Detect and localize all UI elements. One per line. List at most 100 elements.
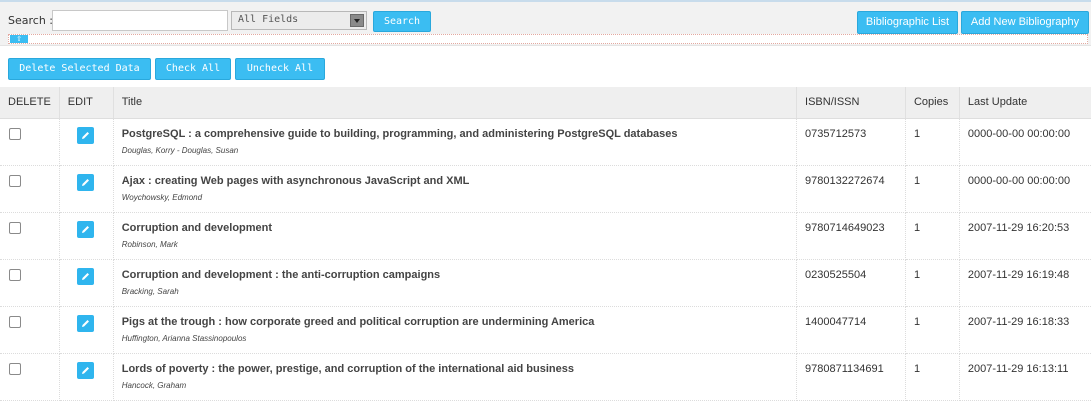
isbn-cell: 9780132272674 [796,165,906,213]
copies-value: 1 [913,221,921,234]
isbn-cell: 0230525504 [796,259,906,307]
chevron-down-icon[interactable] [350,14,364,27]
title-cell: Lords of poverty : the power, prestige, … [113,353,798,401]
search-input[interactable] [52,10,228,31]
last-update-cell: 2007-11-29 16:13:11 [959,353,1091,401]
uncheck-all-button[interactable]: Uncheck All [235,58,325,80]
last-update-cell: 2007-11-29 16:20:53 [959,212,1091,260]
edit-pencil-icon[interactable] [76,220,94,238]
column-header-last-update[interactable]: Last Update [959,87,1091,119]
isbn-value: 0735712573 [805,127,867,140]
column-header-title[interactable]: Title [113,87,798,119]
delete-checkbox[interactable] [9,127,21,140]
edit-pencil-icon[interactable] [76,267,94,285]
last-update-cell: 0000-00-00 00:00:00 [959,118,1091,166]
book-title-link[interactable]: Ajax : creating Web pages with asynchron… [122,175,788,187]
search-field-select-value: All Fields [238,14,299,25]
isbn-cell: 0735712573 [796,118,906,166]
table-row: PostgreSQL : a comprehensive guide to bu… [0,118,1091,166]
edit-pencil-icon[interactable] [76,361,94,379]
title-cell: PostgreSQL : a comprehensive guide to bu… [113,118,798,166]
book-title-link[interactable]: Lords of poverty : the power, prestige, … [122,363,788,375]
add-new-bibliography-button[interactable]: Add New Bibliography [961,11,1089,34]
delete-cell [0,118,60,166]
edit-pencil-icon[interactable] [76,126,94,144]
isbn-value: 1400047714 [805,315,867,328]
table-header-row: DELETE EDIT Title ISBN/ISSN Copies Last … [0,87,1091,119]
copies-value: 1 [913,362,921,375]
isbn-value: 9780714649023 [805,221,885,234]
delete-checkbox[interactable] [9,174,21,187]
last-update-value: 2007-11-29 16:13:11 [967,362,1069,375]
last-update-cell: 2007-11-29 16:18:33 [959,306,1091,354]
copies-cell: 1 [905,353,960,401]
search-toolbar: Search : All Fields Search Bibliographic… [0,0,1091,46]
copies-cell: 1 [905,165,960,213]
isbn-value: 0230525504 [805,268,867,281]
last-update-value: 2007-11-29 16:19:48 [967,268,1070,281]
delete-cell [0,306,60,354]
book-author: Bracking, Sarah [121,286,179,296]
isbn-cell: 9780714649023 [796,212,906,260]
bibliographic-list-button[interactable]: Bibliographic List [857,11,958,34]
book-author: Woychowsky, Edmond [121,192,203,202]
isbn-value: 9780132272674 [805,174,885,187]
title-cell: Corruption and development : the anti-co… [113,259,798,307]
copies-cell: 1 [905,306,960,354]
delete-checkbox[interactable] [9,221,21,234]
book-author: Douglas, Korry - Douglas, Susan [121,145,239,155]
column-header-delete[interactable]: DELETE [0,87,60,119]
delete-checkbox[interactable] [9,268,21,281]
table-row: Pigs at the trough : how corporate greed… [0,306,1091,354]
book-title-link[interactable]: Pigs at the trough : how corporate greed… [122,316,788,328]
isbn-cell: 1400047714 [796,306,906,354]
edit-cell [59,306,114,354]
book-author: Robinson, Mark [121,239,178,249]
search-button[interactable]: Search [373,11,431,32]
expand-arrow-icon[interactable]: ⇧ [10,35,28,43]
edit-pencil-icon[interactable] [76,173,94,191]
edit-cell [59,353,114,401]
edit-cell [59,212,114,260]
delete-checkbox[interactable] [9,315,21,328]
book-title-link[interactable]: PostgreSQL : a comprehensive guide to bu… [122,128,788,140]
copies-value: 1 [913,127,921,140]
title-cell: Pigs at the trough : how corporate greed… [113,306,798,354]
last-update-cell: 0000-00-00 00:00:00 [959,165,1091,213]
last-update-value: 2007-11-29 16:20:53 [967,221,1070,234]
column-header-edit[interactable]: EDIT [59,87,114,119]
copies-value: 1 [913,268,921,281]
edit-cell [59,259,114,307]
delete-cell [0,212,60,260]
column-header-copies[interactable]: Copies [905,87,960,119]
book-title-link[interactable]: Corruption and development [122,222,788,234]
table-row: Lords of poverty : the power, prestige, … [0,353,1091,401]
edit-cell [59,165,114,213]
table-row: Corruption and development : the anti-co… [0,259,1091,307]
last-update-value: 0000-00-00 00:00:00 [967,127,1071,140]
book-title-link[interactable]: Corruption and development : the anti-co… [122,269,788,281]
check-all-button[interactable]: Check All [155,58,231,80]
table-row: Corruption and development Robinson, Mark… [0,212,1091,260]
book-author: Hancock, Graham [121,380,187,390]
delete-selected-button[interactable]: Delete Selected Data [8,58,151,80]
last-update-value: 0000-00-00 00:00:00 [967,174,1071,187]
last-update-value: 2007-11-29 16:18:33 [967,315,1070,328]
delete-checkbox[interactable] [9,362,21,375]
last-update-cell: 2007-11-29 16:19:48 [959,259,1091,307]
copies-cell: 1 [905,259,960,307]
copies-value: 1 [913,174,921,187]
title-cell: Corruption and development Robinson, Mark [113,212,798,260]
edit-pencil-icon[interactable] [76,314,94,332]
delete-cell [0,165,60,213]
book-author: Huffington, Arianna Stassinopoulos [121,333,247,343]
copies-cell: 1 [905,212,960,260]
table-row: Ajax : creating Web pages with asynchron… [0,165,1091,213]
advanced-search-bar: ⇧ [8,34,1088,44]
isbn-cell: 9780871134691 [796,353,906,401]
search-field-select[interactable]: All Fields [231,11,367,30]
delete-cell [0,259,60,307]
column-header-isbn[interactable]: ISBN/ISSN [796,87,906,119]
title-cell: Ajax : creating Web pages with asynchron… [113,165,798,213]
edit-cell [59,118,114,166]
